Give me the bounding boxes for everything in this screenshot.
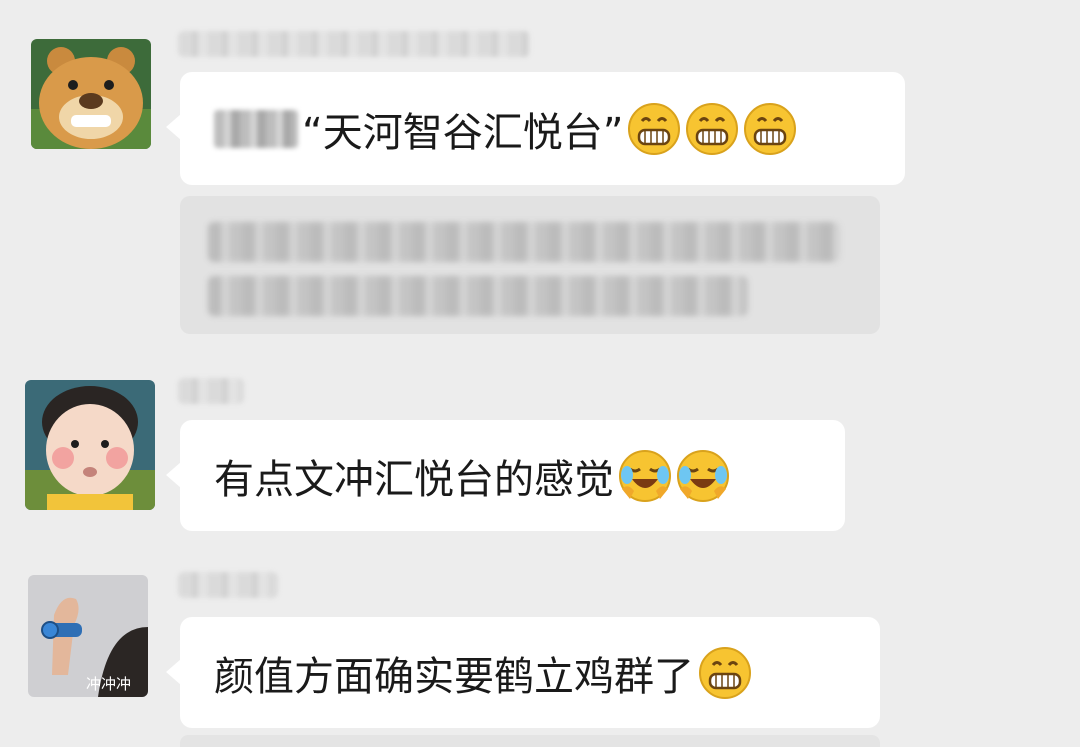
grin-emoji-icon bbox=[685, 102, 739, 156]
chat-window: “天河智谷汇悦台” 有点文冲汇悦台的感觉 冲冲冲 颜值方面确实要鹤立鸡群了 bbox=[0, 0, 1080, 747]
redacted-text bbox=[214, 109, 298, 148]
message-text: “天河智谷汇悦台” bbox=[302, 109, 624, 156]
laugh-cry-emoji-icon bbox=[676, 449, 730, 503]
message-text: 颜值方面确实要鹤立鸡群了 bbox=[214, 653, 694, 700]
avatar[interactable]: 冲冲冲 bbox=[28, 575, 148, 697]
baby-face-avatar-icon bbox=[25, 380, 155, 510]
avatar-caption: 冲冲冲 bbox=[86, 675, 131, 693]
avatar[interactable] bbox=[25, 380, 155, 510]
message-bubble[interactable]: 有点文冲汇悦台的感觉 bbox=[166, 420, 845, 531]
grin-emoji-icon bbox=[698, 646, 752, 700]
laugh-cry-emoji-icon bbox=[618, 449, 672, 503]
redacted-quote-line bbox=[208, 222, 840, 262]
avatar[interactable] bbox=[31, 39, 151, 149]
message-bubble[interactable]: “天河智谷汇悦台” bbox=[166, 72, 905, 185]
message-bubble[interactable]: 颜值方面确实要鹤立鸡群了 bbox=[166, 617, 880, 728]
redacted-quote-line bbox=[208, 276, 748, 316]
grin-emoji-icon bbox=[743, 102, 797, 156]
hand-watch-avatar-icon: 冲冲冲 bbox=[28, 575, 148, 697]
next-message-edge bbox=[180, 735, 880, 747]
message-text: 有点文冲汇悦台的感觉 bbox=[214, 456, 614, 503]
sender-name bbox=[178, 572, 278, 598]
quoted-message[interactable] bbox=[180, 196, 880, 334]
sender-name bbox=[178, 31, 530, 57]
grin-emoji-icon bbox=[627, 102, 681, 156]
sender-name bbox=[178, 378, 244, 404]
bear-face-avatar-icon bbox=[31, 39, 151, 149]
